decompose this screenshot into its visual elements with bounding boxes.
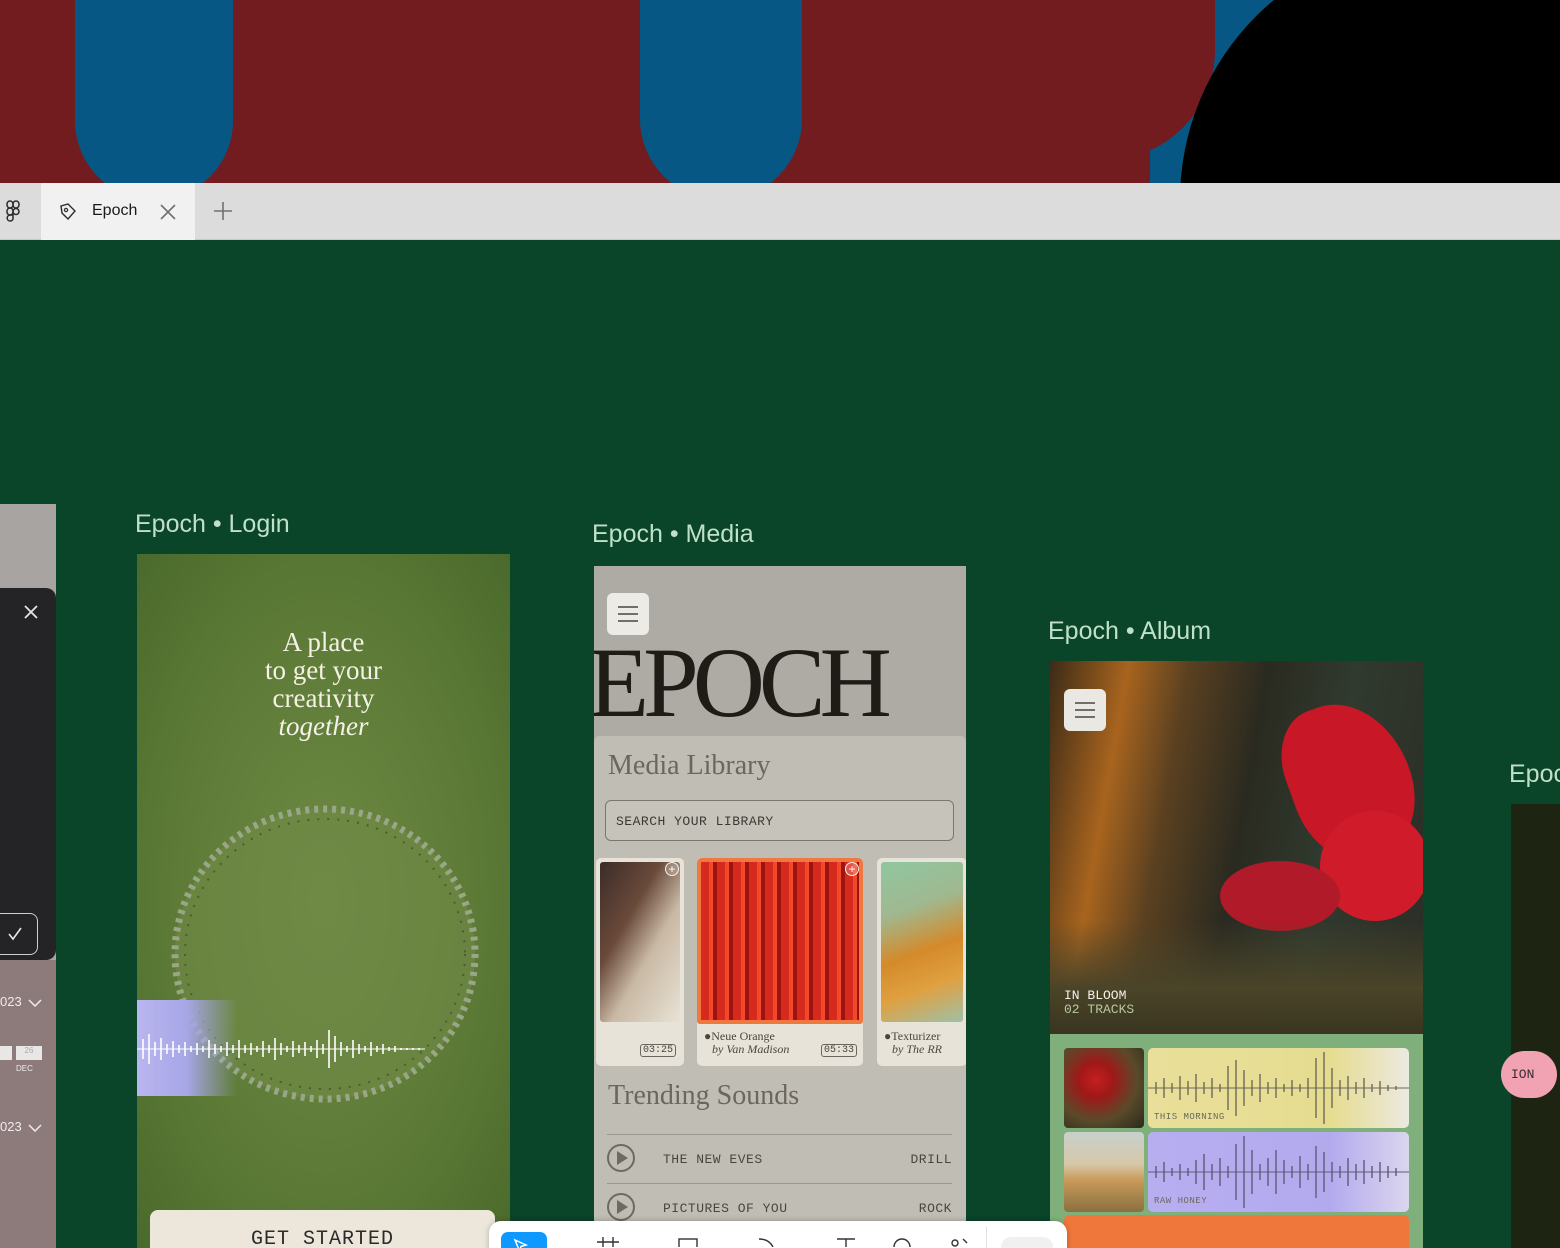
tab-epoch[interactable]: Epoch — [41, 183, 195, 240]
month-label: DEC — [16, 1064, 33, 1073]
rectangle-tool-icon[interactable] — [677, 1237, 699, 1247]
album-name: IN BLOOM — [1064, 988, 1127, 1003]
year-select[interactable]: 023 — [0, 1119, 22, 1134]
track-thumbnail — [1064, 1048, 1144, 1128]
media-card[interactable]: ●Texturizer by The RR — [877, 858, 966, 1066]
tagline-line: A place — [282, 627, 365, 657]
cover-shape — [1050, 921, 1423, 1034]
text-tool-icon[interactable] — [835, 1237, 857, 1247]
comment-tool-icon[interactable] — [891, 1237, 913, 1247]
move-tool-button[interactable] — [501, 1232, 547, 1248]
frame-tool-icon[interactable] — [597, 1237, 619, 1247]
dark-panel — [0, 588, 56, 960]
track-row[interactable]: THE NEW EVES DRILL — [607, 1134, 952, 1182]
bottom-toolbar — [489, 1221, 1067, 1248]
card-image — [600, 862, 680, 1022]
track-name: PICTURES OF YOU — [663, 1201, 788, 1216]
track-thumbnail — [1064, 1132, 1144, 1212]
waveform-graphic — [137, 1030, 425, 1068]
check-button[interactable] — [0, 913, 38, 955]
pill-button[interactable]: ION — [1501, 1051, 1557, 1098]
wallpaper-shape — [75, 0, 233, 184]
menu-button[interactable] — [1064, 689, 1106, 731]
calendar-panel: 023 26 DEC 023 — [0, 960, 56, 1248]
plus-icon[interactable]: + — [665, 862, 679, 876]
card-duration: 03:25 — [640, 1044, 677, 1057]
tagline-line: together — [278, 711, 369, 741]
dev-mode-toggle[interactable] — [1001, 1237, 1053, 1248]
media-library-panel: Media Library SEARCH YOUR LIBRARY + 03:2… — [594, 736, 966, 1248]
card-title: ●Texturizer by The RR — [884, 1029, 942, 1056]
trending-sounds-title: Trending Sounds — [608, 1080, 800, 1111]
left-partial-frame[interactable]: 023 26 DEC 023 — [0, 504, 56, 1248]
track-genre: DRILL — [910, 1152, 952, 1167]
play-icon[interactable] — [607, 1144, 635, 1172]
card-title: ●Neue Orange by Van Madison — [704, 1029, 790, 1056]
media-frame[interactable]: EPOCH Media Library SEARCH YOUR LIBRARY … — [594, 566, 966, 1248]
frame-label-media[interactable]: Epoch • Media — [592, 520, 754, 549]
album-track-count: 02 TRACKS — [1064, 1002, 1135, 1017]
album-frame[interactable]: IN BLOOM 02 TRACKS THIS MORNING RAW HONE… — [1050, 661, 1423, 1248]
frame-label-next[interactable]: Epoc — [1509, 760, 1560, 789]
track-genre: ROCK — [918, 1201, 952, 1216]
close-icon[interactable] — [158, 202, 178, 222]
track-waveform[interactable]: THIS MORNING — [1148, 1048, 1409, 1128]
card-title-text: Texturizer — [891, 1029, 941, 1043]
figma-file-icon — [60, 203, 76, 221]
hamburger-icon — [618, 606, 638, 622]
login-frame[interactable]: A place to get your creativity together — [137, 554, 510, 1248]
date-cell[interactable] — [0, 1046, 12, 1060]
track-name: THE NEW EVES — [663, 1152, 763, 1167]
card-artist: by Van Madison — [712, 1042, 790, 1056]
right-partial-frame[interactable] — [1511, 804, 1560, 1248]
card-artist: by The RR — [892, 1042, 942, 1056]
epoch-wordmark: EPOCH — [594, 627, 892, 738]
wallpaper-shape — [640, 0, 802, 184]
cursor-icon — [513, 1238, 529, 1248]
hamburger-icon — [1075, 702, 1095, 718]
media-library-title: Media Library — [608, 750, 771, 781]
tab-title: Epoch — [92, 202, 138, 219]
media-card[interactable]: + ●Neue Orange by Van Madison 05:33 — [697, 858, 863, 1066]
play-icon[interactable] — [607, 1193, 635, 1221]
card-title-text: Neue Orange — [711, 1029, 775, 1043]
tagline-line: to get your — [265, 655, 382, 685]
close-icon[interactable] — [23, 604, 39, 620]
chevron-down-icon[interactable] — [28, 1124, 42, 1132]
year-select[interactable]: 023 — [0, 994, 22, 1009]
card-duration: 05:33 — [821, 1044, 858, 1057]
pen-tool-icon[interactable] — [755, 1237, 777, 1247]
player-bar[interactable] — [1064, 1215, 1409, 1248]
track-name: THIS MORNING — [1154, 1112, 1225, 1122]
track-name: RAW HONEY — [1154, 1196, 1208, 1206]
card-image — [881, 862, 963, 1022]
actions-tool-icon[interactable] — [949, 1237, 971, 1247]
tagline-line: creativity — [272, 683, 375, 713]
toolbar-divider — [986, 1227, 987, 1248]
search-input[interactable]: SEARCH YOUR LIBRARY — [605, 800, 954, 841]
check-icon — [8, 927, 22, 941]
get-started-button[interactable]: GET STARTED — [150, 1210, 495, 1248]
frame-label-album[interactable]: Epoch • Album — [1048, 617, 1211, 646]
plus-icon[interactable] — [211, 199, 235, 223]
plus-icon[interactable]: + — [845, 862, 859, 876]
card-image — [697, 858, 863, 1024]
frame-label-login[interactable]: Epoch • Login — [135, 510, 290, 539]
desktop-wallpaper — [0, 0, 1560, 184]
login-tagline: A place to get your creativity together — [137, 628, 510, 740]
media-card[interactable]: + 03:25 — [596, 858, 684, 1066]
chevron-down-icon[interactable] — [28, 999, 42, 1007]
track-waveform[interactable]: RAW HONEY — [1148, 1132, 1409, 1212]
figma-logo-icon[interactable] — [4, 200, 22, 224]
date-cell[interactable]: 26 — [16, 1046, 42, 1060]
